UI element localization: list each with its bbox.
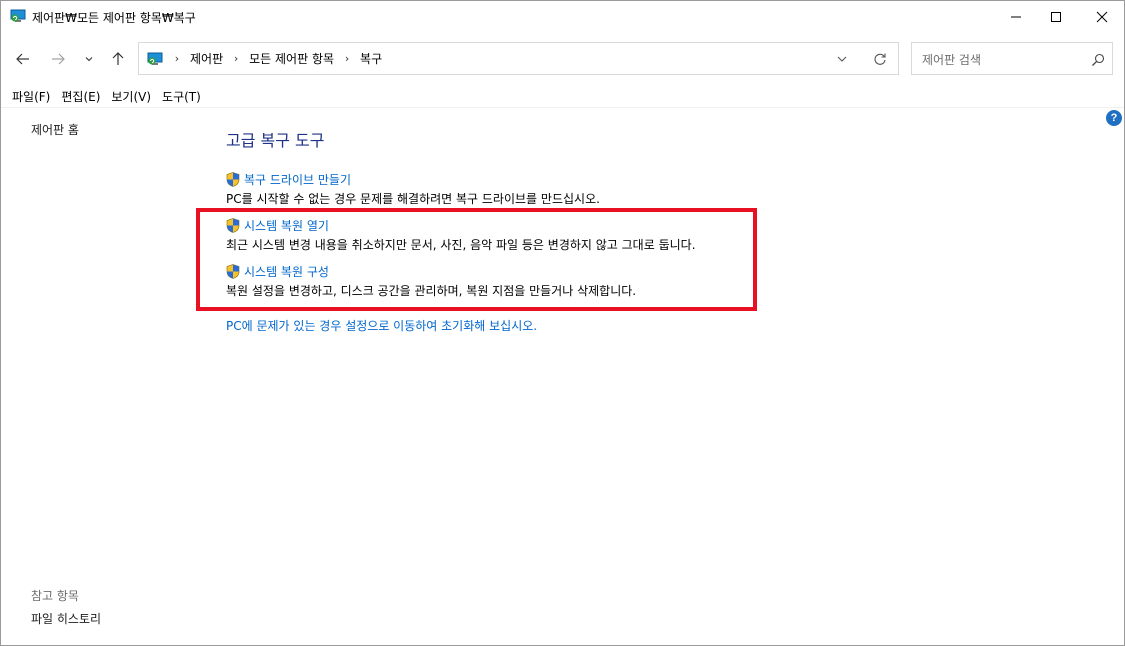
breadcrumb-separator[interactable]: › bbox=[338, 52, 356, 65]
forward-button[interactable] bbox=[46, 47, 70, 71]
arrow-right-icon bbox=[52, 53, 65, 65]
file-history-link[interactable]: 파일 히스토리 bbox=[31, 610, 101, 627]
uac-shield-icon bbox=[226, 171, 240, 187]
address-bar[interactable]: › 제어판 › 모든 제어판 항목 › 복구 bbox=[138, 42, 899, 75]
breadcrumb: › 제어판 › 모든 제어판 항목 › 복구 bbox=[168, 43, 386, 74]
arrow-up-icon bbox=[112, 52, 124, 65]
search-input[interactable]: 제어판 검색 bbox=[922, 51, 981, 68]
chevron-down-icon bbox=[85, 57, 93, 62]
task-description: PC를 시작할 수 없는 경우 문제를 해결하려면 복구 드라이브를 만드십시오… bbox=[226, 192, 600, 206]
control-panel-home-link[interactable]: 제어판 홈 bbox=[31, 121, 79, 138]
address-history-button[interactable] bbox=[832, 51, 852, 67]
menu-bar: 파일(F) 편집(E) 보기(V) 도구(T) bbox=[1, 87, 207, 107]
control-panel-icon bbox=[10, 9, 26, 23]
back-button[interactable] bbox=[11, 47, 35, 71]
help-icon[interactable]: ? bbox=[1106, 110, 1122, 126]
arrow-left-icon bbox=[16, 53, 29, 65]
see-also-heading: 참고 항목 bbox=[31, 589, 79, 603]
page-title: 고급 복구 도구 bbox=[226, 131, 325, 150]
search-icon[interactable] bbox=[1090, 52, 1106, 68]
create-recovery-drive-link[interactable]: 복구 드라이브 만들기 bbox=[226, 171, 600, 187]
menu-file[interactable]: 파일(F) bbox=[1, 87, 56, 107]
up-button[interactable] bbox=[106, 47, 130, 71]
task-create-recovery-drive: 복구 드라이브 만들기 PC를 시작할 수 없는 경우 문제를 해결하려면 복구… bbox=[226, 171, 600, 207]
divider bbox=[1, 107, 1124, 108]
refresh-button[interactable] bbox=[870, 50, 890, 68]
menu-tools[interactable]: 도구(T) bbox=[157, 87, 207, 107]
maximize-icon bbox=[1051, 12, 1061, 22]
highlight-box bbox=[196, 208, 757, 311]
reset-pc-link[interactable]: PC에 문제가 있는 경우 설정으로 이동하여 초기화해 보십시오. bbox=[226, 317, 537, 334]
breadcrumb-item[interactable]: 복구 bbox=[356, 50, 386, 67]
search-box[interactable]: 제어판 검색 bbox=[911, 42, 1113, 75]
maximize-button[interactable] bbox=[1033, 1, 1079, 33]
menu-view[interactable]: 보기(V) bbox=[106, 87, 157, 107]
title-bar[interactable]: 제어판₩모든 제어판 항목₩복구 bbox=[1, 1, 1124, 33]
breadcrumb-item[interactable]: 제어판 bbox=[186, 50, 227, 67]
chevron-down-icon bbox=[837, 56, 847, 62]
window-title: 제어판₩모든 제어판 항목₩복구 bbox=[32, 11, 196, 25]
close-button[interactable] bbox=[1079, 1, 1125, 33]
recent-locations-button[interactable] bbox=[77, 47, 101, 71]
control-panel-window: 제어판₩모든 제어판 항목₩복구 › 제어판 › 모든 제어판 항목 › 복구 … bbox=[0, 0, 1125, 646]
navigation-bar: › 제어판 › 모든 제어판 항목 › 복구 제어판 검색 bbox=[1, 37, 1124, 81]
control-panel-icon bbox=[147, 51, 163, 67]
breadcrumb-item[interactable]: 모든 제어판 항목 bbox=[245, 50, 338, 67]
refresh-icon bbox=[874, 53, 886, 65]
menu-edit[interactable]: 편집(E) bbox=[56, 87, 106, 107]
breadcrumb-separator[interactable]: › bbox=[227, 52, 245, 65]
task-link-label[interactable]: 복구 드라이브 만들기 bbox=[244, 171, 351, 188]
breadcrumb-separator[interactable]: › bbox=[168, 52, 186, 65]
minimize-icon bbox=[1011, 16, 1021, 18]
close-icon bbox=[1096, 11, 1108, 23]
